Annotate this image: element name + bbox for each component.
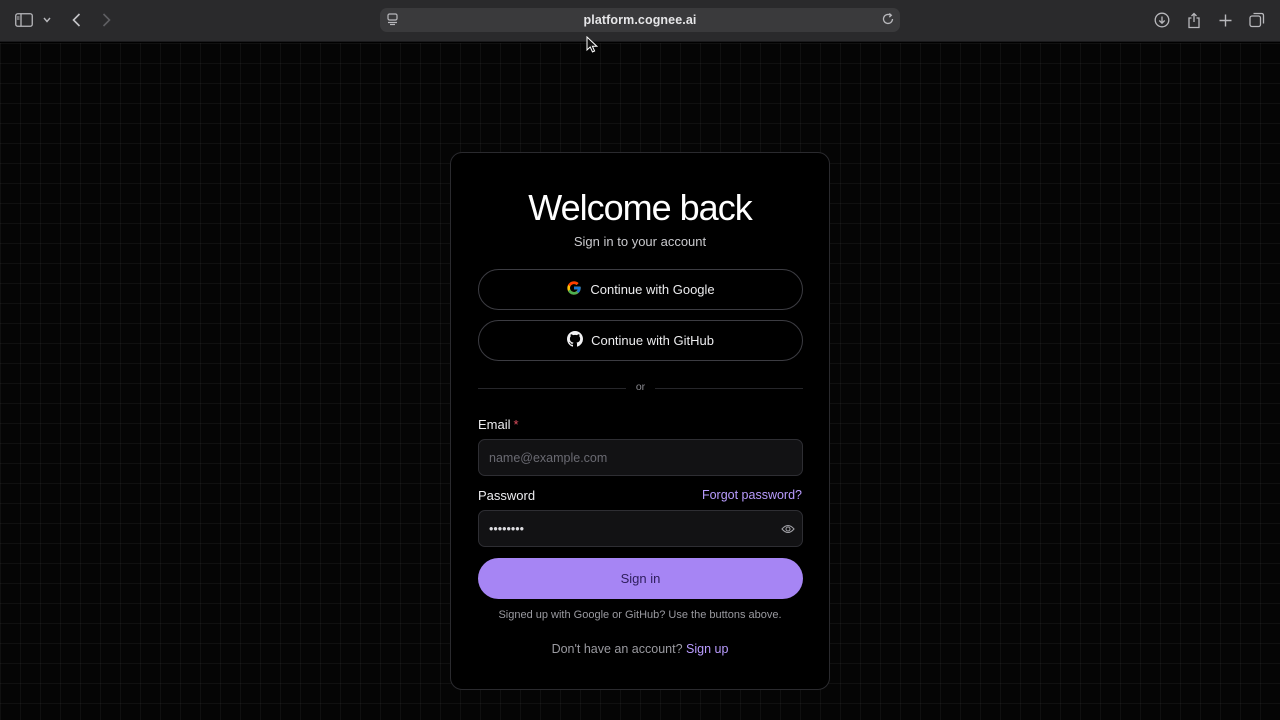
mouse-cursor-icon	[586, 35, 599, 58]
google-button-label: Continue with Google	[590, 282, 715, 297]
divider-line-right	[655, 388, 803, 389]
page-title: Welcome back	[528, 187, 752, 228]
tabs-overview-icon[interactable]	[1248, 8, 1266, 32]
email-field[interactable]	[489, 440, 789, 475]
password-field-container	[478, 510, 803, 547]
github-button-label: Continue with GitHub	[591, 333, 714, 348]
site-settings-icon[interactable]	[386, 12, 400, 31]
email-label: Email *	[478, 417, 519, 432]
sign-in-button[interactable]: Sign in	[478, 558, 803, 599]
continue-with-google-button[interactable]: Continue with Google	[478, 269, 803, 310]
continue-with-github-button[interactable]: Continue with GitHub	[478, 320, 803, 361]
login-card: Welcome back Sign in to your account Con…	[450, 152, 830, 690]
password-field[interactable]	[489, 511, 769, 546]
sign-up-link[interactable]: Sign up	[686, 642, 728, 656]
signup-row: Don't have an account? Sign up	[451, 642, 829, 656]
address-bar[interactable]: platform.cognee.ai	[380, 8, 900, 32]
no-account-text: Don't have an account?	[551, 642, 683, 656]
email-field-container	[478, 439, 803, 476]
required-marker: *	[513, 417, 519, 432]
email-label-text: Email	[478, 417, 511, 432]
github-icon	[567, 331, 584, 350]
back-arrow-icon[interactable]	[68, 8, 84, 32]
url-text: platform.cognee.ai	[583, 13, 697, 27]
plus-icon[interactable]	[1216, 8, 1234, 32]
oauth-note: Signed up with Google or GitHub? Use the…	[498, 609, 782, 621]
or-divider: or	[478, 381, 803, 395]
forgot-password-link[interactable]: Forgot password?	[702, 488, 802, 502]
divider-text: or	[635, 381, 646, 393]
download-icon[interactable]	[1153, 8, 1171, 32]
password-label: Password	[478, 488, 536, 503]
page-subtitle: Sign in to your account	[573, 234, 707, 249]
reload-icon[interactable]	[881, 12, 895, 31]
sidebar-icon[interactable]	[14, 8, 34, 32]
google-icon	[566, 280, 582, 299]
eye-icon[interactable]	[781, 522, 795, 540]
page-background: Welcome back Sign in to your account Con…	[0, 43, 1280, 720]
browser-toolbar: platform.cognee.ai	[0, 0, 1280, 42]
share-icon[interactable]	[1185, 8, 1203, 32]
forward-arrow-icon[interactable]	[98, 8, 114, 32]
chevron-down-icon[interactable]	[41, 8, 53, 32]
